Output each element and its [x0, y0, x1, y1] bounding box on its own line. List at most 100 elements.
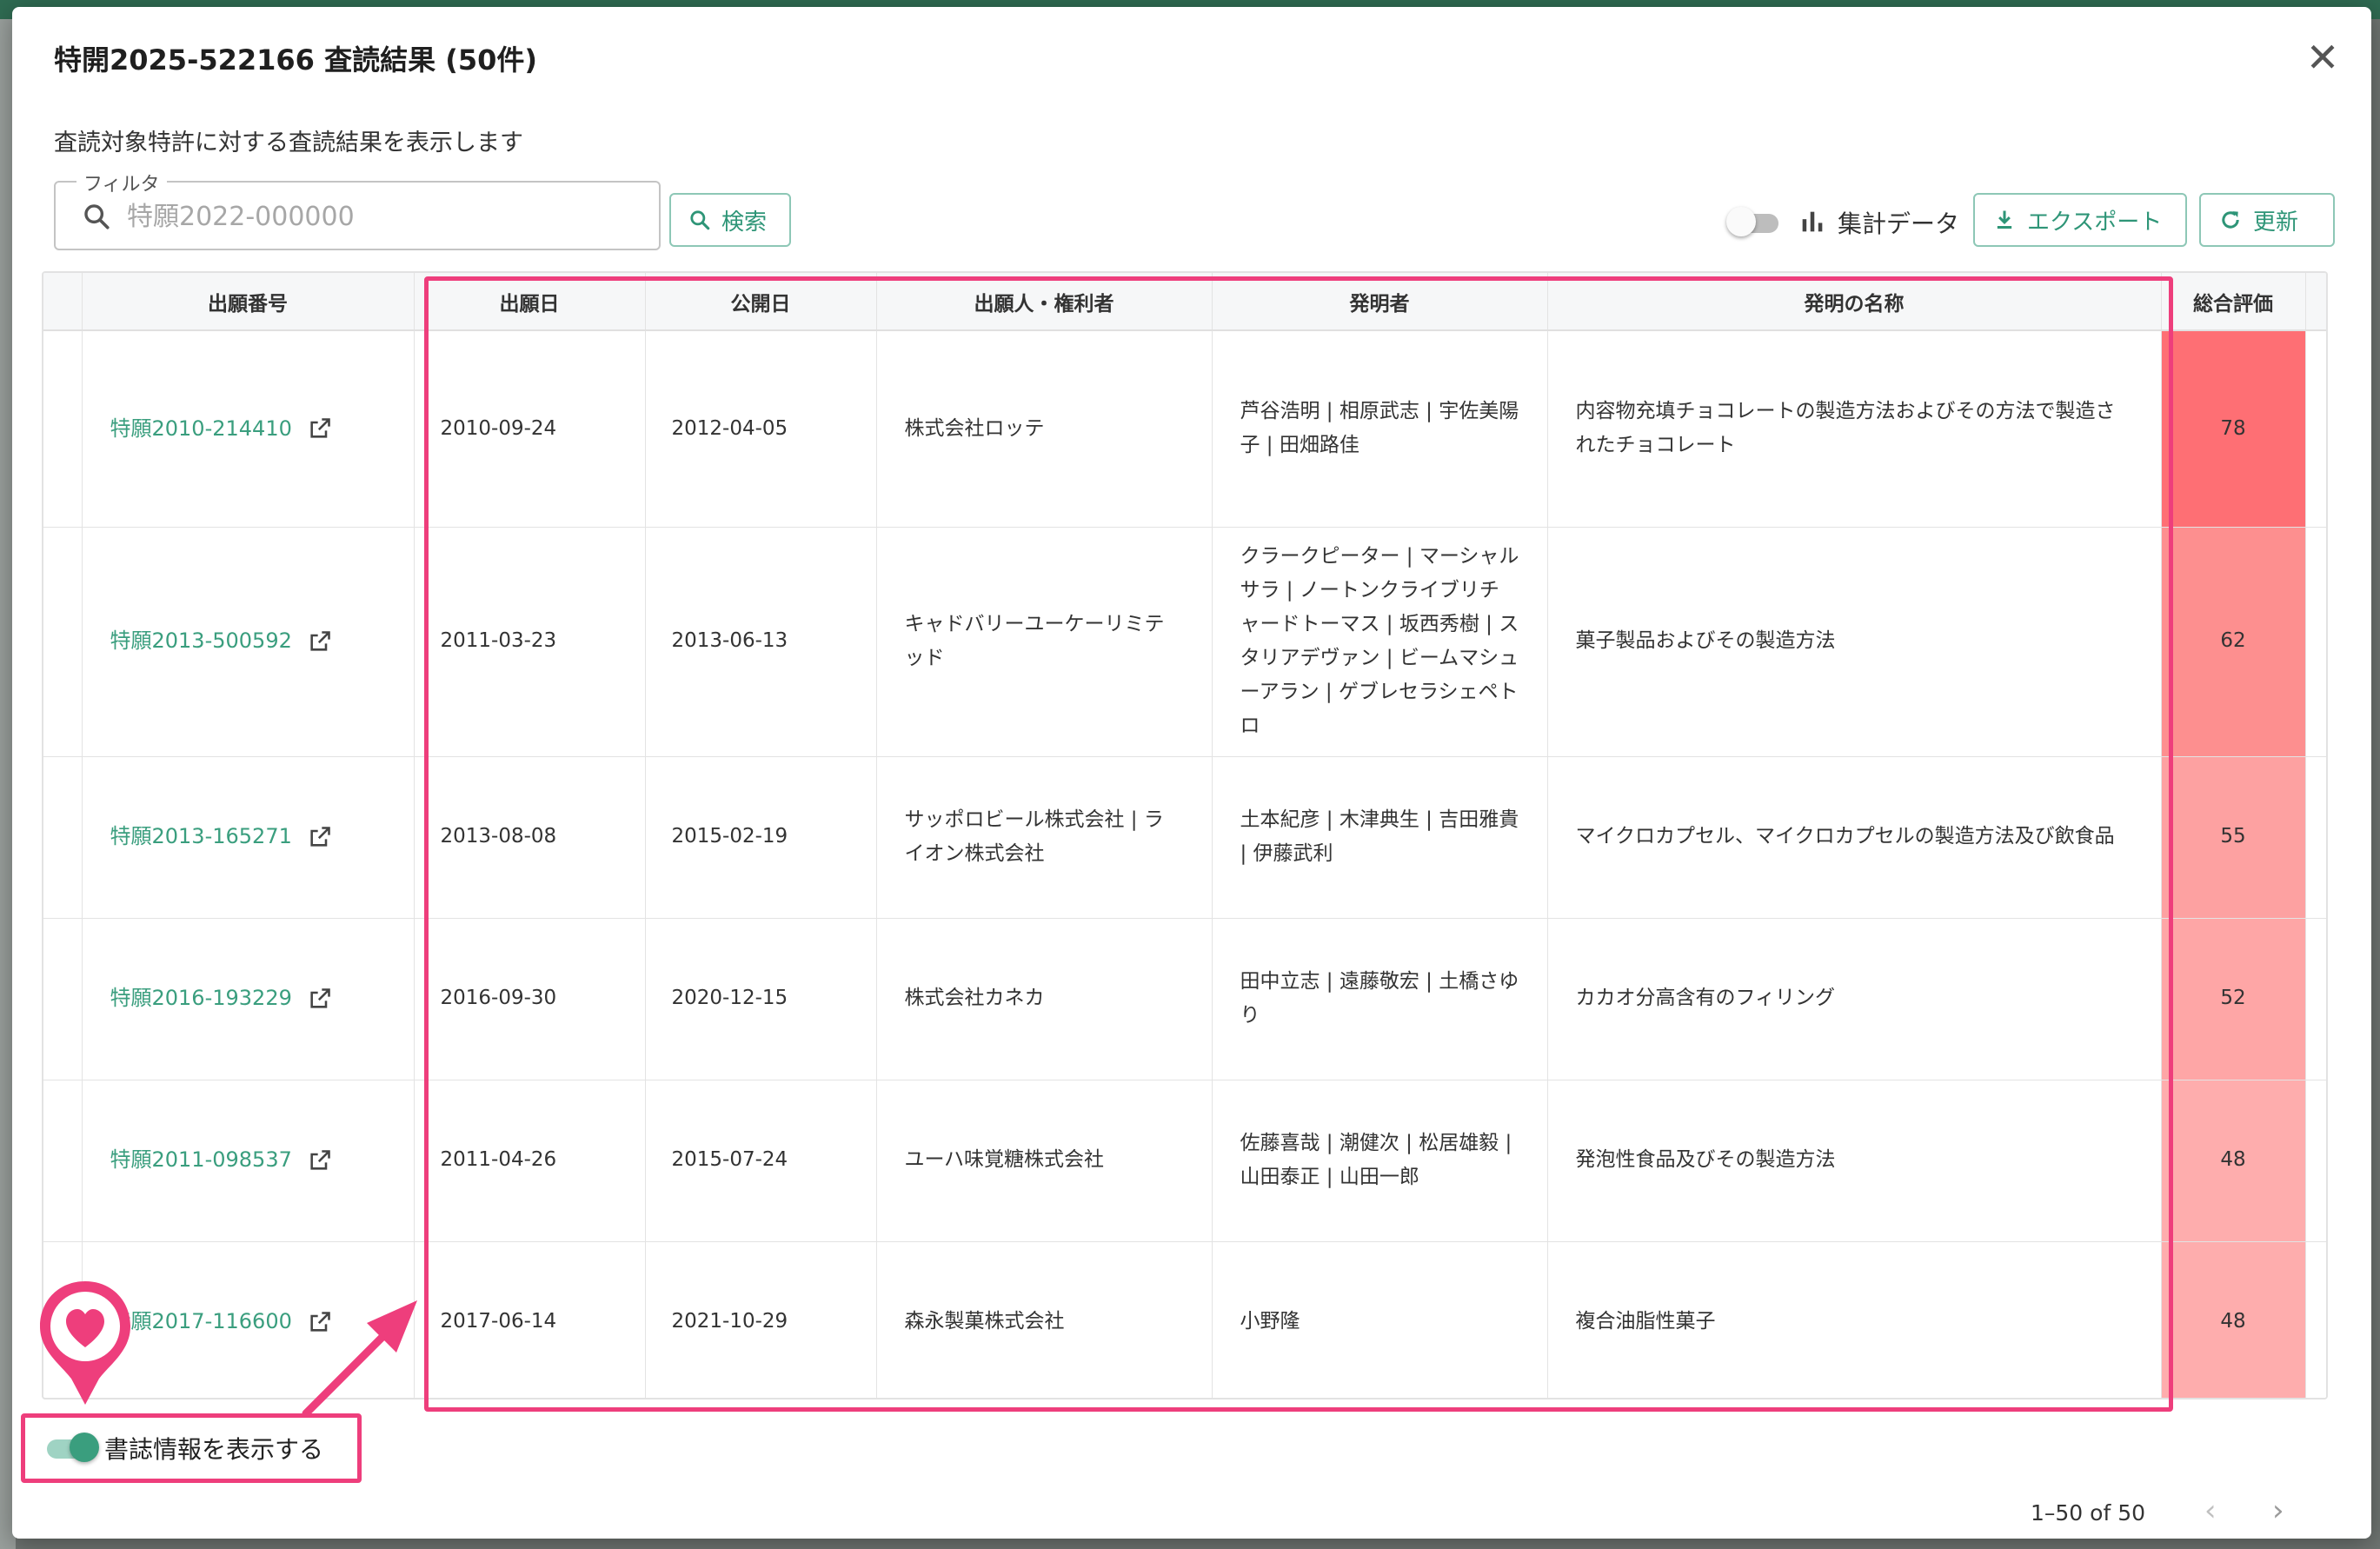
published-date-cell: 2015-07-24 — [645, 1080, 877, 1242]
app-no-link[interactable]: 特願2013-165271 — [110, 819, 332, 854]
published-date-cell: 2013-06-13 — [645, 527, 877, 757]
external-link-icon — [310, 1150, 330, 1170]
row-select-cell[interactable] — [43, 918, 83, 1080]
scroll-gutter-cell — [2305, 330, 2326, 528]
invention-title-cell: 発泡性食品及びその製造方法 — [1547, 1080, 2162, 1242]
applicant-cell: サッポロビール株式会社 | ライオン株式会社 — [876, 756, 1213, 919]
published-date-cell: 2021-10-29 — [645, 1241, 877, 1398]
select-column-header — [43, 273, 83, 331]
invention-title-cell: マイクロカプセル、マイクロカプセルの製造方法及び飲食品 — [1547, 756, 2162, 919]
show-biblio-label: 書誌情報を表示する — [104, 1435, 324, 1464]
aggregate-data-toggle[interactable] — [1726, 207, 1782, 238]
scroll-gutter-cell — [2305, 756, 2326, 919]
score-cell: 78 — [2161, 330, 2306, 528]
invention-title-cell: 複合油脂性菓子 — [1547, 1241, 2162, 1398]
refresh-button-label: 更新 — [2253, 209, 2299, 236]
score-cell: 48 — [2161, 1080, 2306, 1242]
app-no-text: 特願2016-193229 — [110, 986, 292, 1011]
column-header-title[interactable]: 発明の名称 — [1547, 273, 2162, 331]
app-no-link[interactable]: 特願2016-193229 — [110, 981, 332, 1016]
filed-date-cell: 2010-09-24 — [414, 330, 646, 528]
annotation-arrow-icon — [302, 1300, 417, 1418]
search-button[interactable]: 検索 — [669, 193, 791, 247]
filed-date-cell: 2017-06-14 — [414, 1241, 646, 1398]
external-link-icon — [310, 827, 330, 847]
score-cell: 48 — [2161, 1241, 2306, 1398]
table-row[interactable]: 特願2016-193229 2016-09-30 2020-12-15 株式会社… — [43, 918, 2326, 1080]
external-link-icon — [310, 418, 330, 438]
next-page-button[interactable]: › — [2272, 1493, 2284, 1528]
app-no-cell: 特願2010-214410 — [82, 330, 415, 528]
prev-page-button[interactable]: ‹ — [2204, 1493, 2217, 1528]
column-header-inventors[interactable]: 発明者 — [1212, 273, 1548, 331]
applicant-cell: 株式会社ロッテ — [876, 330, 1213, 528]
row-select-cell[interactable] — [43, 330, 83, 528]
row-select-cell[interactable] — [43, 527, 83, 757]
pagination-range: 1–50 of 50 — [2031, 1500, 2146, 1526]
applicant-cell: キャドバリーユーケーリミテッド — [876, 527, 1213, 757]
app-no-cell: 特願2013-500592 — [82, 527, 415, 757]
app-no-cell: 特願2016-193229 — [82, 918, 415, 1080]
toggle-knob — [70, 1433, 99, 1462]
toggle-knob — [1726, 207, 1756, 236]
inventors-cell: クラークピーター | マーシャルサラ | ノートンクライブリチャードトーマス |… — [1212, 527, 1548, 757]
dialog-title: 特開2025-522166 査読結果 (50件) — [54, 43, 538, 76]
app-no-link[interactable]: 特願2010-214410 — [110, 411, 332, 447]
table-row[interactable]: 特願2010-214410 2010-09-24 2012-04-05 株式会社… — [43, 330, 2326, 528]
dialog-subtitle: 査読対象特許に対する査読結果を表示します — [54, 130, 523, 156]
table-row[interactable]: 特願2013-165271 2013-08-08 2015-02-19 サッポロ… — [43, 756, 2326, 919]
column-header-published[interactable]: 公開日 — [645, 273, 877, 331]
filter-field[interactable]: フィルタ — [54, 169, 661, 250]
score-cell: 62 — [2161, 527, 2306, 757]
table-row[interactable]: 特願2011-098537 2011-04-26 2015-07-24 ユーハ味… — [43, 1080, 2326, 1242]
published-date-cell: 2020-12-15 — [645, 918, 877, 1080]
download-icon — [1997, 210, 2012, 229]
filter-input[interactable] — [127, 195, 640, 238]
filed-date-cell: 2016-09-30 — [414, 918, 646, 1080]
inventors-cell: 佐藤喜哉 | 潮健次 | 松居雄毅 | 山田泰正 | 山田一郎 — [1212, 1080, 1548, 1242]
inventors-cell: 芦谷浩明 | 相原武志 | 宇佐美陽子 | 田畑路佳 — [1212, 330, 1548, 528]
column-header-filed[interactable]: 出願日 — [414, 273, 646, 331]
row-select-cell[interactable] — [43, 1080, 83, 1242]
app-no-text: 特願2010-214410 — [110, 416, 292, 441]
close-icon: ✕ — [2305, 34, 2340, 81]
refresh-button[interactable]: 更新 — [2199, 193, 2335, 247]
external-link-icon — [310, 631, 330, 651]
aggregate-data-label: 集計データ — [1838, 209, 1960, 238]
search-button-label: 検索 — [721, 209, 768, 236]
app-no-link[interactable]: 特願2011-098537 — [110, 1142, 332, 1178]
refresh-icon — [2222, 211, 2239, 229]
results-table-container: 出願番号 出願日 公開日 出願人・権利者 発明者 発明の名称 総合評価 特願20… — [42, 271, 2328, 1399]
scroll-gutter-cell — [2305, 1241, 2326, 1398]
score-cell: 52 — [2161, 918, 2306, 1080]
heart-pin-icon — [40, 1281, 130, 1405]
invention-title-cell: カカオ分高含有のフィリング — [1547, 918, 2162, 1080]
published-date-cell: 2012-04-05 — [645, 330, 877, 528]
column-header-applicant[interactable]: 出願人・権利者 — [876, 273, 1213, 331]
invention-title-cell: 内容物充填チョコレートの製造方法およびその方法で製造されたチョコレート — [1547, 330, 2162, 528]
applicant-cell: ユーハ味覚糖株式会社 — [876, 1080, 1213, 1242]
app-no-link[interactable]: 特願2013-500592 — [110, 623, 332, 659]
filed-date-cell: 2013-08-08 — [414, 756, 646, 919]
inventors-cell: 田中立志 | 遠藤敬宏 | 土橋さゆり — [1212, 918, 1548, 1080]
filter-label: フィルタ — [76, 169, 167, 196]
results-table: 出願番号 出願日 公開日 出願人・権利者 発明者 発明の名称 総合評価 特願20… — [43, 273, 2326, 1398]
column-header-score[interactable]: 総合評価 — [2161, 273, 2306, 331]
column-header-app-no[interactable]: 出願番号 — [82, 273, 415, 331]
table-row[interactable]: 特願2013-500592 2011-03-23 2013-06-13 キャドバ… — [43, 527, 2326, 757]
scroll-gutter-cell — [2305, 918, 2326, 1080]
show-biblio-toggle[interactable] — [43, 1433, 99, 1464]
bar-chart-icon — [1802, 211, 1823, 232]
scroll-gutter-cell — [2305, 1080, 2326, 1242]
export-button[interactable]: エクスポート — [1973, 193, 2187, 247]
app-no-cell: 特願2013-165271 — [82, 756, 415, 919]
inventors-cell: 小野隆 — [1212, 1241, 1548, 1398]
row-select-cell[interactable] — [43, 756, 83, 919]
search-icon — [84, 204, 110, 229]
filed-date-cell: 2011-04-26 — [414, 1080, 646, 1242]
app-no-cell: 特願2011-098537 — [82, 1080, 415, 1242]
applicant-cell: 森永製菓株式会社 — [876, 1241, 1213, 1398]
published-date-cell: 2015-02-19 — [645, 756, 877, 919]
close-button[interactable]: ✕ — [2298, 33, 2347, 82]
export-button-label: エクスポート — [2027, 209, 2163, 236]
